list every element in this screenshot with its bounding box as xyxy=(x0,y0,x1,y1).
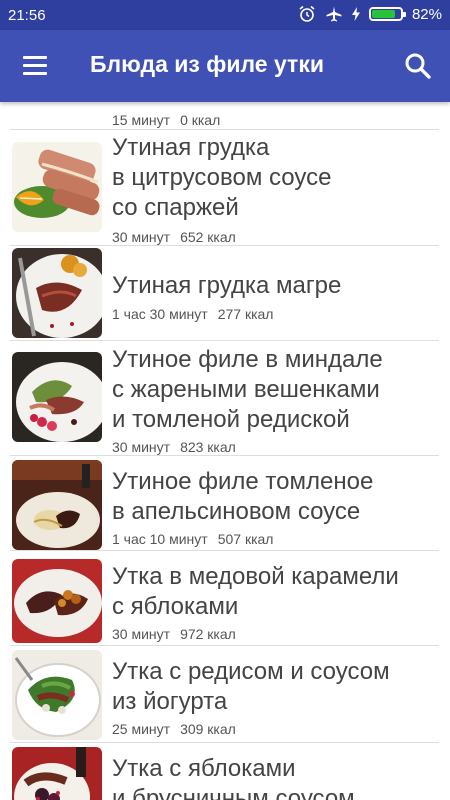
list-item[interactable]: Утка с редисом и соусом из йогурта 25 ми… xyxy=(0,646,450,742)
recipe-title-line: из йогурта xyxy=(112,688,228,715)
recipe-title: Утиная грудка в цитрусовом соусе со спар… xyxy=(112,133,331,223)
menu-icon-bar xyxy=(23,56,47,59)
dish-thumbnail xyxy=(12,248,102,338)
menu-icon-bar xyxy=(23,72,47,75)
cook-time: 1 час 10 минут xyxy=(112,531,208,547)
list-item-partial[interactable]: 15 минут 0 ккал xyxy=(0,102,450,129)
calories: 309 ккал xyxy=(180,721,236,737)
search-icon[interactable] xyxy=(400,48,436,84)
charging-icon xyxy=(351,7,360,21)
recipe-title-line: Утка с редисом и соусом xyxy=(112,658,390,685)
airplane-mode-icon xyxy=(326,6,342,22)
list-item[interactable]: Утиная грудка магре 1 час 30 минут 277 кк… xyxy=(0,246,450,340)
list-item-meta: 30 минут 972 ккал xyxy=(112,626,236,642)
battery-percent: 82% xyxy=(411,5,442,23)
cook-time: 30 минут xyxy=(112,439,171,455)
dish-thumbnail xyxy=(12,559,102,643)
list-item-meta: 1 час 30 минут 277 ккал xyxy=(112,306,273,322)
recipe-title-line: со спаржей xyxy=(112,194,239,221)
list-item-meta: 15 минут 0 ккал xyxy=(112,112,220,128)
dish-thumbnail xyxy=(12,142,102,232)
recipe-title: Утка с яблоками и брусничным соусом xyxy=(112,754,355,800)
menu-button[interactable] xyxy=(16,50,54,82)
recipe-title-line: с жареными вешенками xyxy=(112,376,380,403)
battery-level-fill xyxy=(371,10,395,18)
status-icons: 82% xyxy=(298,5,442,23)
page-title: Блюда из филе утки xyxy=(90,51,324,77)
recipe-title: Утиная грудка магре xyxy=(112,271,341,301)
list-item[interactable]: Утиная грудка в цитрусовом соусе со спар… xyxy=(0,130,450,245)
recipe-list[interactable]: 15 минут 0 ккал Утиная грудка в цитрусово… xyxy=(0,102,450,800)
alarm-icon xyxy=(299,5,315,22)
cook-time: 15 минут xyxy=(112,112,171,128)
recipe-title-line: Утка в медовой карамели xyxy=(112,563,399,590)
recipe-title-line: в апельсиновом соусе xyxy=(112,498,361,525)
dish-thumbnail xyxy=(12,650,102,740)
list-item[interactable]: Утиное филе в миндале с жареными вешенка… xyxy=(0,341,450,455)
list-item-meta: 30 минут 652 ккал xyxy=(112,229,236,245)
app-bar: Блюда из филе утки xyxy=(0,30,450,102)
recipe-title-line: и брусничным соусом xyxy=(112,785,355,800)
dish-thumbnail xyxy=(12,747,102,800)
recipe-title: Утка в медовой карамели с яблоками xyxy=(112,562,399,622)
battery-icon xyxy=(368,7,406,21)
menu-icon-bar xyxy=(23,64,47,67)
recipe-title: Утка с редисом и соусом из йогурта xyxy=(112,657,390,717)
recipe-title: Утиное филе томленое в апельсиновом соус… xyxy=(112,467,373,527)
list-item-meta: 30 минут 823 ккал xyxy=(112,439,236,455)
recipe-title: Утиное филе в миндале с жареными вешенка… xyxy=(112,345,383,435)
calories: 972 ккал xyxy=(180,626,236,642)
recipe-title-line: Утиная грудка магре xyxy=(112,272,342,299)
cook-time: 30 минут xyxy=(112,229,171,245)
recipe-title-line: Утиное филе томленое xyxy=(112,468,374,495)
list-item-meta: 1 час 10 минут 507 ккал xyxy=(112,531,273,547)
recipe-title-line: и томленой редиской xyxy=(112,406,350,433)
recipe-title-line: в цитрусовом соусе xyxy=(112,164,332,191)
cook-time: 25 минут xyxy=(112,721,171,737)
status-bar: 21:56 82% xyxy=(0,0,450,30)
status-time: 21:56 xyxy=(8,7,46,24)
calories: 0 ккал xyxy=(180,112,221,128)
calories: 507 ккал xyxy=(217,531,274,547)
list-item[interactable]: Утиное филе томленое в апельсиновом соус… xyxy=(0,456,450,550)
calories: 652 ккал xyxy=(180,229,236,245)
list-item[interactable]: Утка с яблоками и брусничным соусом xyxy=(0,743,450,800)
calories: 277 ккал xyxy=(217,306,274,322)
recipe-title-line: Утиная грудка xyxy=(112,134,270,161)
calories: 823 ккал xyxy=(180,439,236,455)
recipe-title-line: Утка с яблоками xyxy=(112,755,296,782)
recipe-title-line: Утиное филе в миндале xyxy=(112,346,383,373)
cook-time: 1 час 30 минут xyxy=(112,306,208,322)
cook-time: 30 минут xyxy=(112,626,171,642)
dish-thumbnail xyxy=(12,352,102,442)
dish-thumbnail xyxy=(12,460,102,550)
list-item[interactable]: Утка в медовой карамели с яблоками 30 ми… xyxy=(0,551,450,645)
list-item-meta: 25 минут 309 ккал xyxy=(112,721,236,737)
recipe-title-line: с яблоками xyxy=(112,593,239,620)
